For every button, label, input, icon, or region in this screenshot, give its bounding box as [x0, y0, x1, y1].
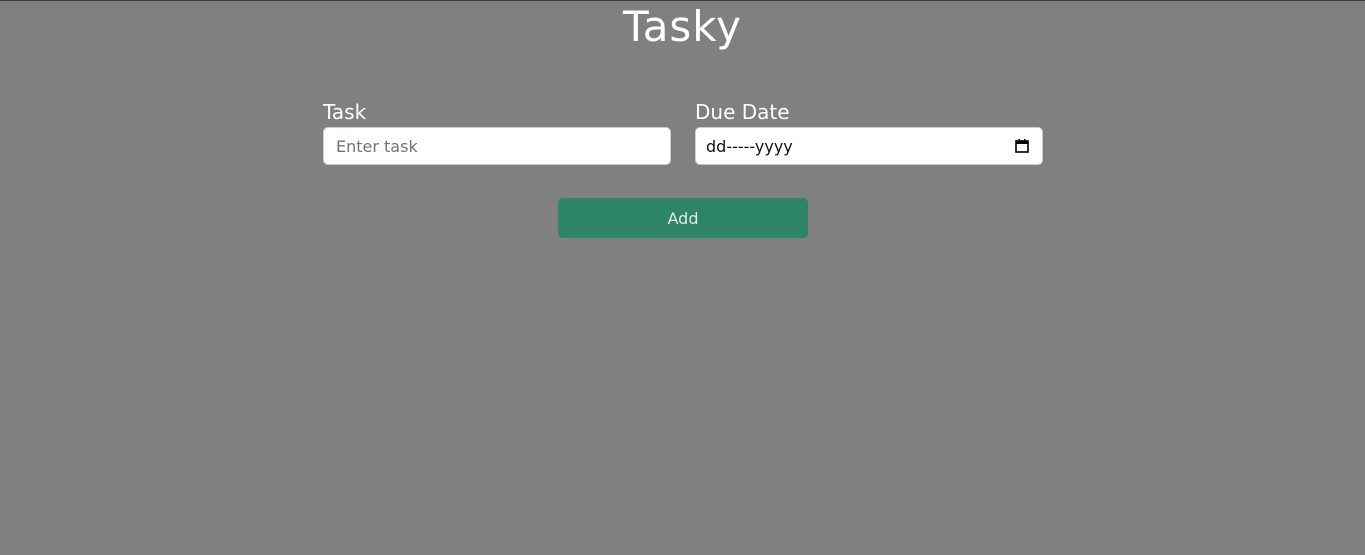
due-date-field: Due Date dd-----yyyy	[695, 99, 1043, 165]
calendar-icon[interactable]	[1014, 138, 1030, 154]
task-label: Task	[323, 100, 367, 124]
add-button[interactable]: Add	[558, 198, 808, 238]
task-field: Task	[323, 99, 671, 165]
due-date-input[interactable]: dd-----yyyy	[695, 127, 1043, 165]
due-date-label: Due Date	[695, 100, 790, 124]
task-input-box[interactable]	[323, 127, 671, 165]
task-input[interactable]	[336, 136, 658, 156]
add-task-form: Task Due Date dd-----yyyy Add	[323, 99, 1043, 239]
due-date-value[interactable]: dd-----yyyy	[706, 137, 793, 156]
app-title: Tasky	[622, 2, 742, 51]
